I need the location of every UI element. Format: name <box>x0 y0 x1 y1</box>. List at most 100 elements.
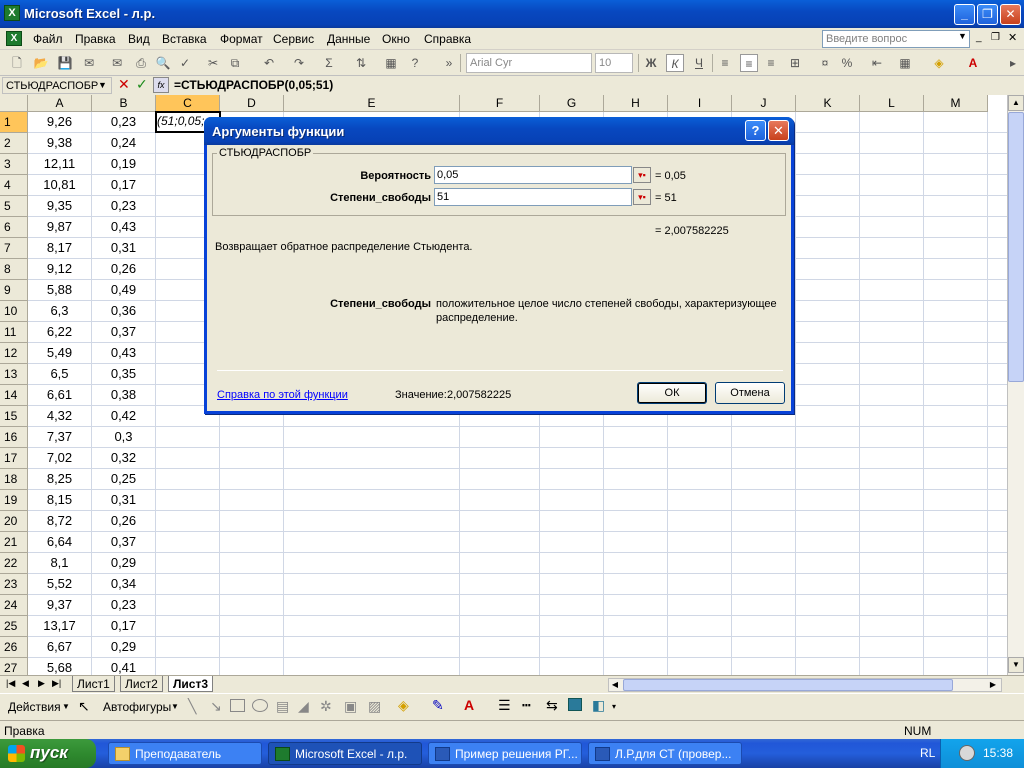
table-cell[interactable]: 9,38 <box>28 133 92 154</box>
menu-view[interactable]: Вид <box>128 32 150 46</box>
merge-center-icon[interactable]: ⊞ <box>786 54 804 72</box>
column-header[interactable]: M <box>924 95 988 112</box>
table-cell[interactable]: 0,37 <box>92 532 156 553</box>
clipart-icon[interactable]: ▣ <box>344 698 357 715</box>
row-header[interactable]: 9 <box>0 280 28 301</box>
table-cell[interactable]: 0,24 <box>92 133 156 154</box>
row-header[interactable]: 3 <box>0 154 28 175</box>
underline-button[interactable]: Ч <box>690 54 708 72</box>
bold-button[interactable]: Ж <box>642 54 660 72</box>
sheet-tab-3[interactable]: Лист3 <box>168 676 214 692</box>
menu-help[interactable]: Справка <box>424 32 471 46</box>
autosum-icon[interactable]: Σ <box>320 54 338 72</box>
row-header[interactable]: 11 <box>0 322 28 343</box>
scroll-left-icon[interactable]: ◀ <box>609 679 621 691</box>
table-cell[interactable]: 5,68 <box>28 658 92 675</box>
column-header[interactable]: D <box>220 95 284 112</box>
align-right-icon[interactable]: ≡ <box>762 54 780 72</box>
insert-function-icon[interactable]: fx <box>153 77 169 93</box>
table-cell[interactable]: 6,61 <box>28 385 92 406</box>
font-color-icon[interactable]: A <box>464 697 474 713</box>
table-cell[interactable]: 5,49 <box>28 343 92 364</box>
row-header[interactable]: 1 <box>0 112 28 133</box>
task-word-lab[interactable]: Л.Р.для СТ (провер... <box>588 742 742 765</box>
table-cell[interactable]: 8,72 <box>28 511 92 532</box>
new-icon[interactable]: 🗋 <box>8 54 26 72</box>
table-cell[interactable]: 0,3 <box>92 427 156 448</box>
name-box[interactable]: СТЬЮДРАСПОБР <box>2 77 112 94</box>
align-center-icon[interactable]: ≡ <box>740 54 758 72</box>
menu-edit[interactable]: Правка <box>75 32 116 46</box>
menu-file[interactable]: Файл <box>33 32 63 46</box>
row-header[interactable]: 22 <box>0 553 28 574</box>
table-cell[interactable]: 0,49 <box>92 280 156 301</box>
row-header[interactable]: 16 <box>0 427 28 448</box>
table-cell[interactable]: 6,5 <box>28 364 92 385</box>
row-header[interactable]: 4 <box>0 175 28 196</box>
row-header[interactable]: 19 <box>0 490 28 511</box>
table-cell[interactable]: 0,23 <box>92 595 156 616</box>
fill-color-icon[interactable]: ◈ <box>930 54 948 72</box>
line-icon[interactable]: ╲ <box>188 698 196 715</box>
row-header[interactable]: 7 <box>0 238 28 259</box>
table-cell[interactable]: 0,31 <box>92 490 156 511</box>
help-icon[interactable]: ? <box>406 54 424 72</box>
row-header[interactable]: 26 <box>0 637 28 658</box>
chart-wizard-icon[interactable]: ▦ <box>382 54 400 72</box>
sheet-tab-1[interactable]: Лист1 <box>72 676 115 692</box>
table-cell[interactable]: 8,15 <box>28 490 92 511</box>
diagram-icon[interactable]: ✲ <box>320 698 332 715</box>
close-doc-icon[interactable]: ✕ <box>1008 31 1017 44</box>
table-cell[interactable]: 0,17 <box>92 616 156 637</box>
scroll-thumb[interactable] <box>1008 112 1024 382</box>
cut-icon[interactable]: ✂ <box>204 54 222 72</box>
table-cell[interactable]: 9,37 <box>28 595 92 616</box>
row-header[interactable]: 6 <box>0 217 28 238</box>
table-cell[interactable]: 0,17 <box>92 175 156 196</box>
column-header[interactable]: G <box>540 95 604 112</box>
sheet-tab-2[interactable]: Лист2 <box>120 676 163 692</box>
currency-icon[interactable]: ¤ <box>816 54 834 72</box>
scroll-down-icon[interactable]: ▼ <box>1008 657 1024 673</box>
task-excel[interactable]: Microsoft Excel - л.р. <box>268 742 422 765</box>
column-header[interactable]: C <box>156 95 220 112</box>
start-button[interactable]: пуск <box>0 739 96 768</box>
row-header[interactable]: 21 <box>0 532 28 553</box>
minimize-doc-icon[interactable]: _ <box>976 32 982 43</box>
table-cell[interactable]: 13,17 <box>28 616 92 637</box>
percent-button[interactable]: % <box>838 54 856 72</box>
minimize-button[interactable]: _ <box>954 4 975 25</box>
line-color-icon[interactable]: ✎ <box>432 697 444 714</box>
column-header[interactable]: F <box>460 95 540 112</box>
table-cell[interactable]: 8,25 <box>28 469 92 490</box>
table-cell[interactable]: 0,37 <box>92 322 156 343</box>
table-cell[interactable]: 0,35 <box>92 364 156 385</box>
decrease-indent-icon[interactable]: ⇤ <box>868 54 886 72</box>
row-header[interactable]: 18 <box>0 469 28 490</box>
toolbar-options-icon[interactable]: ▸ <box>1004 54 1022 72</box>
sort-icon[interactable]: ⇅ <box>352 54 370 72</box>
cancel-icon[interactable]: ✕ <box>118 76 130 93</box>
ok-button[interactable]: ОК <box>637 382 707 404</box>
table-cell[interactable]: 0,29 <box>92 637 156 658</box>
menu-format[interactable]: Формат <box>220 32 263 46</box>
arg-dof-input[interactable]: 51 <box>434 188 632 206</box>
table-cell[interactable]: 0,29 <box>92 553 156 574</box>
chevron-down-icon[interactable]: ▼ <box>62 702 70 711</box>
chevron-down-icon[interactable]: ▼ <box>171 702 179 711</box>
toolbar-options-icon[interactable]: ▾ <box>612 702 616 711</box>
row-header[interactable]: 15 <box>0 406 28 427</box>
autoshapes-menu[interactable]: Автофигуры <box>103 700 171 714</box>
open-icon[interactable]: 📂 <box>32 54 50 72</box>
rectangle-icon[interactable] <box>230 699 245 712</box>
row-header[interactable]: 13 <box>0 364 28 385</box>
email-icon[interactable]: ✉ <box>108 54 126 72</box>
table-cell[interactable]: 6,67 <box>28 637 92 658</box>
horizontal-scrollbar[interactable]: ◀ ▶ <box>608 678 1002 692</box>
font-name-select[interactable]: Arial Cyr <box>466 53 592 73</box>
language-indicator[interactable]: RL <box>920 746 935 760</box>
table-cell[interactable]: 0,31 <box>92 238 156 259</box>
textbox-icon[interactable]: ▤ <box>276 698 289 715</box>
row-header[interactable]: 8 <box>0 259 28 280</box>
scroll-up-icon[interactable]: ▲ <box>1008 95 1024 111</box>
